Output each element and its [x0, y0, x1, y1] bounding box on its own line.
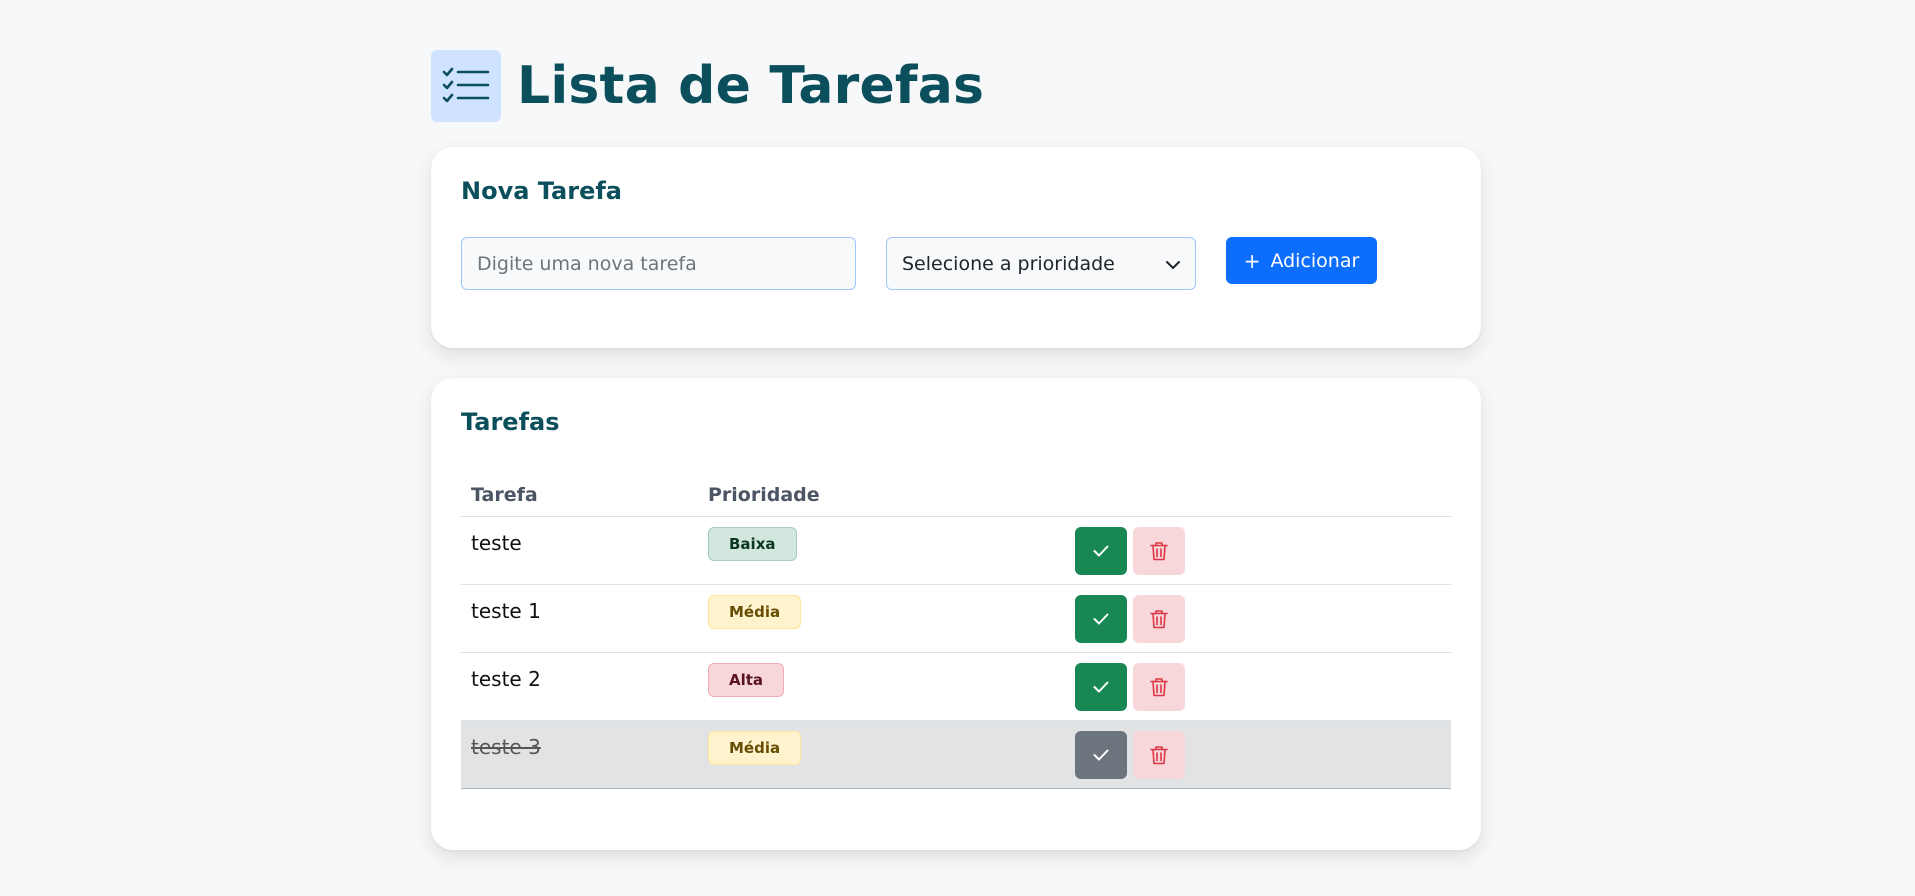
delete-task-button[interactable]: [1133, 663, 1185, 711]
delete-task-button[interactable]: [1133, 595, 1185, 643]
page-title: Lista de Tarefas: [517, 56, 985, 116]
task-list-card: Tarefas Tarefa Prioridade teste Baixa test…: [431, 378, 1481, 850]
priority-cell: Média: [708, 585, 1075, 629]
delete-task-button[interactable]: [1133, 527, 1185, 575]
priority-select-value: Selecione a prioridade: [902, 252, 1115, 275]
complete-task-button[interactable]: [1075, 527, 1127, 575]
complete-task-button[interactable]: [1075, 663, 1127, 711]
add-task-button[interactable]: + Adicionar: [1226, 237, 1377, 284]
table-header: Tarefa Prioridade: [461, 473, 1451, 517]
check-icon: [1093, 613, 1109, 625]
table-body: teste Baixa teste 1 Média teste 2 Alta teste 3…: [461, 517, 1451, 789]
check-icon: [1093, 749, 1109, 761]
task-cell: teste: [461, 517, 708, 555]
task-cell: teste 2: [461, 653, 708, 691]
page-header: Lista de Tarefas: [431, 50, 1481, 122]
app-container: Lista de Tarefas Nova Tarefa Selecione a…: [431, 50, 1481, 850]
table-row: teste 3 Média: [461, 721, 1451, 789]
delete-task-button[interactable]: [1133, 731, 1185, 779]
task-name: teste 3: [471, 735, 541, 759]
actions-cell: [1075, 517, 1451, 575]
add-task-button-label: Adicionar: [1270, 249, 1360, 272]
actions-cell: [1075, 721, 1451, 779]
priority-badge: Média: [708, 595, 802, 629]
chevron-down-icon: [1166, 253, 1180, 275]
column-header-task: Tarefa: [471, 483, 538, 506]
priority-badge: Alta: [708, 663, 785, 697]
priority-select[interactable]: Selecione a prioridade: [886, 237, 1196, 290]
table-row: teste 2 Alta: [461, 653, 1451, 721]
priority-badge: Baixa: [708, 527, 797, 561]
task-cell: teste 3: [461, 721, 708, 759]
priority-cell: Média: [708, 721, 1075, 765]
priority-badge: Média: [708, 731, 802, 765]
trash-icon: [1150, 609, 1168, 629]
priority-cell: Baixa: [708, 517, 1075, 561]
new-task-input[interactable]: [461, 237, 856, 290]
task-name: teste 2: [471, 667, 541, 691]
actions-cell: [1075, 585, 1451, 643]
check-icon: [1093, 681, 1109, 693]
new-task-card: Nova Tarefa Selecione a prioridade + Adi…: [431, 147, 1481, 348]
trash-icon: [1150, 745, 1168, 765]
table-row: teste Baixa: [461, 517, 1451, 585]
task-list-title: Tarefas: [461, 408, 560, 436]
priority-cell: Alta: [708, 653, 1075, 697]
column-header-priority: Prioridade: [708, 483, 820, 506]
check-icon: [1093, 545, 1109, 557]
complete-task-button[interactable]: [1075, 595, 1127, 643]
task-name: teste 1: [471, 599, 541, 623]
plus-icon: +: [1243, 248, 1261, 273]
trash-icon: [1150, 541, 1168, 561]
task-table: Tarefa Prioridade teste Baixa teste 1 Média…: [461, 473, 1451, 789]
task-name: teste: [471, 531, 522, 555]
checklist-icon: [431, 50, 501, 122]
complete-task-button[interactable]: [1075, 731, 1127, 779]
actions-cell: [1075, 653, 1451, 711]
table-row: teste 1 Média: [461, 585, 1451, 653]
trash-icon: [1150, 677, 1168, 697]
task-cell: teste 1: [461, 585, 708, 623]
new-task-title: Nova Tarefa: [461, 177, 622, 205]
